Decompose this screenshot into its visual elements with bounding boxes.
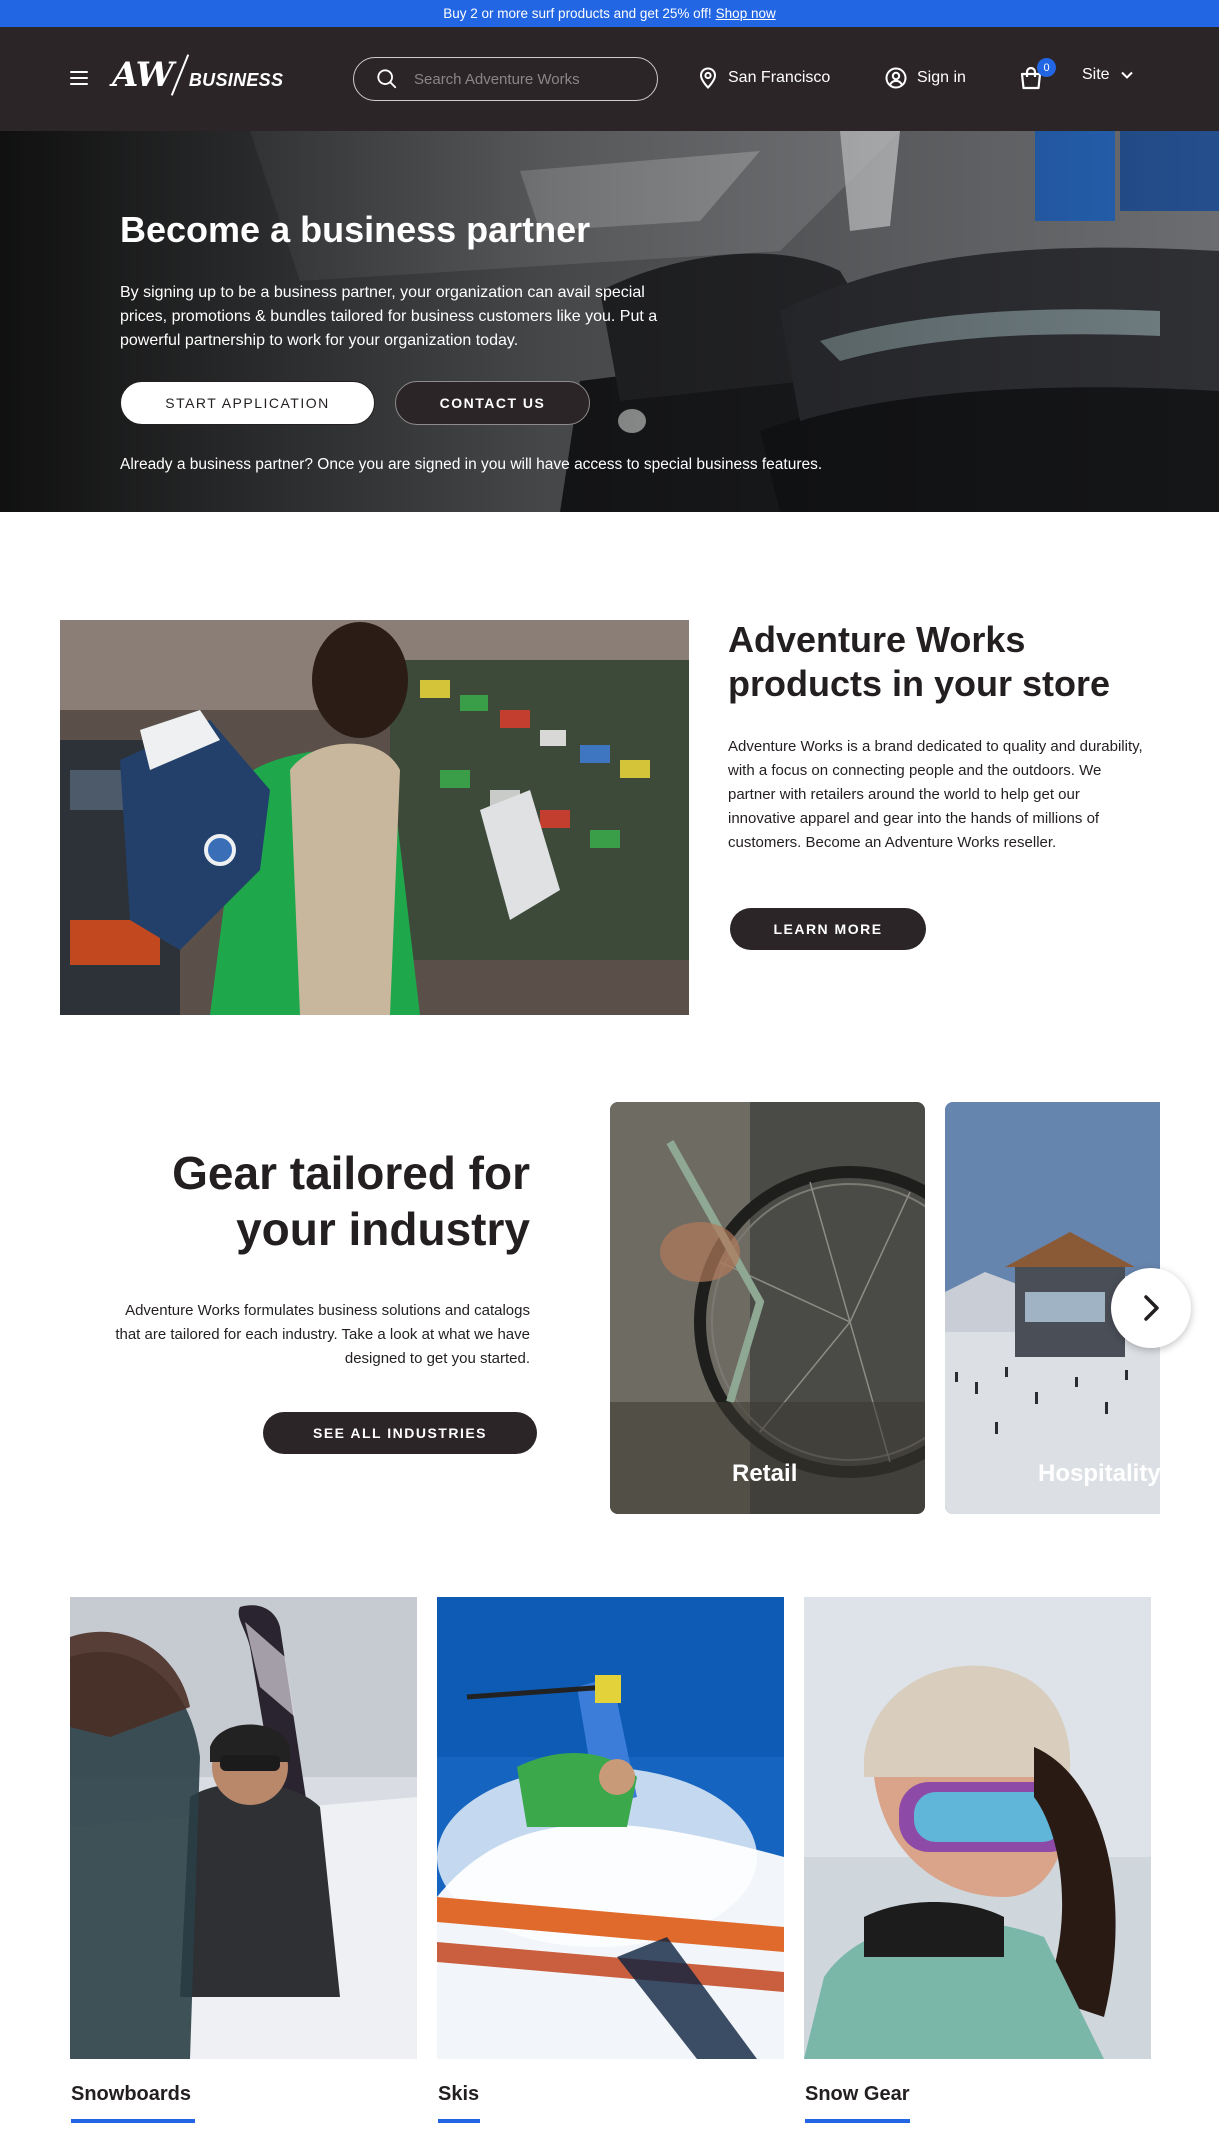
location-selector[interactable]: San Francisco [698,67,830,89]
search-icon[interactable] [376,68,398,90]
industry-title-line2: your industry [236,1203,530,1255]
cart-count-badge: 0 [1037,58,1056,77]
site-header: AW BUSINESS San Francisco Sign in 0 Site [0,27,1219,131]
site-menu[interactable]: Site [1082,66,1134,84]
carousel-next-button[interactable] [1111,1268,1191,1348]
hero-banner: Become a business partner By signing up … [0,131,1219,512]
snow-gear-image[interactable] [804,1597,1151,2059]
partner-title-line2: products in your store [728,663,1111,704]
site-menu-label: Site [1082,66,1110,83]
snow-gear-underline [805,2119,910,2123]
promo-text: Buy 2 or more surf products and get 25% … [443,6,712,21]
learn-more-button[interactable]: LEARN MORE [730,908,926,950]
partner-description: Adventure Works is a brand dedicated to … [728,738,1143,851]
search-input[interactable] [414,70,644,88]
industry-title-line1: Gear tailored for [172,1147,530,1199]
skis-underline [438,2119,480,2123]
chevron-down-icon [1120,71,1133,79]
logo[interactable]: AW BUSINESS [112,53,283,97]
chevron-right-icon [1144,1295,1159,1321]
hero-signin-note: Already a business partner? Once you are… [120,456,823,473]
retail-card-label: Retail [732,1460,798,1487]
location-label: San Francisco [728,69,831,86]
sign-in-label: Sign in [917,69,966,86]
see-all-industries-button[interactable]: SEE ALL INDUSTRIES [263,1412,537,1454]
hero-description: By signing up to be a business partner, … [120,284,658,349]
sign-in-button[interactable]: Sign in [885,67,966,89]
logo-divider [170,54,190,96]
logo-subtitle: BUSINESS [188,69,284,90]
user-icon [885,67,907,89]
partner-title: Adventure Works products in your store [728,618,1110,706]
snowboards-image[interactable] [70,1597,417,2059]
snow-gear-label[interactable]: Snow Gear [805,2083,909,2106]
skis-label[interactable]: Skis [438,2083,479,2106]
shop-now-link[interactable]: Shop now [716,6,776,21]
partner-title-line1: Adventure Works [728,619,1026,660]
hospitality-card-label: Hospitality [1038,1460,1160,1487]
search-box [353,57,658,101]
logo-mark: AW [112,55,174,95]
snowboards-label[interactable]: Snowboards [71,2083,191,2106]
retail-bicycle-image [610,1102,925,1514]
hero-title: Become a business partner [120,209,591,250]
industry-card-retail[interactable]: Retail [610,1102,925,1514]
location-pin-icon [699,67,717,89]
start-application-button[interactable]: START APPLICATION [120,381,375,425]
industry-description: Adventure Works formulates business solu… [115,1302,530,1367]
promo-bar: Buy 2 or more surf products and get 25% … [0,0,1219,27]
contact-us-button[interactable]: CONTACT US [395,381,590,425]
industry-title: Gear tailored for your industry [100,1145,530,1257]
store-customer-image [60,620,689,1015]
snowboards-underline [71,2119,195,2123]
menu-icon[interactable] [70,71,88,85]
skis-image[interactable] [437,1597,784,2059]
